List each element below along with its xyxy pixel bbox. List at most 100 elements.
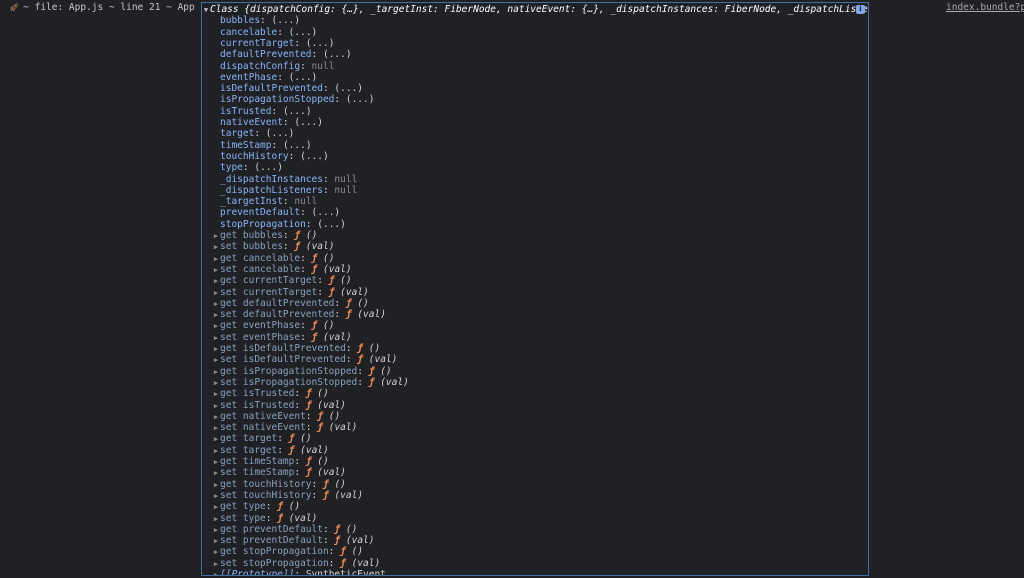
accessor-row[interactable]: ▶ set isPropagationStopped: ƒ (val): [202, 376, 868, 388]
console-log-prefix: 🚀︎ ~ file: App.js ~ line 21 ~ App ~ e: [9, 2, 199, 14]
property-row[interactable]: dispatchConfig: null: [202, 61, 868, 72]
property-value: null: [334, 184, 358, 196]
accessor-key: set bubbles: [220, 241, 283, 253]
accessor-key: set currentTarget: [220, 286, 318, 298]
property-value[interactable]: (...): [266, 128, 295, 139]
property-value[interactable]: (...): [317, 219, 346, 230]
property-value[interactable]: (...): [289, 27, 318, 38]
accessor-row[interactable]: ▶ set type: ƒ (val): [202, 512, 868, 524]
property-key: _dispatchInstances: [220, 173, 323, 185]
property-row[interactable]: _dispatchListeners: null: [202, 184, 868, 196]
rocket-icon: 🚀︎: [9, 3, 20, 12]
property-row[interactable]: target: (...): [202, 128, 868, 139]
accessor-row[interactable]: ▶ set nativeEvent: ƒ (val): [202, 422, 868, 434]
accessor-row[interactable]: ▶ set isDefaultPrevented: ƒ (val): [202, 354, 868, 366]
source-link[interactable]: index.bundle?pl: [946, 2, 1024, 14]
accessor-row[interactable]: ▶ get nativeEvent: ƒ (): [202, 411, 868, 422]
prototype-row[interactable]: ▶ [[Prototype]]: SyntheticEvent: [202, 569, 868, 575]
property-key: defaultPrevented: [220, 49, 312, 61]
property-row[interactable]: bubbles: (...): [202, 15, 868, 26]
accessor-args: (): [323, 320, 335, 332]
function-glyph: ƒ: [311, 263, 318, 275]
property-row[interactable]: currentTarget: (...): [202, 38, 868, 49]
property-key: isTrusted: [220, 105, 272, 117]
accessor-row[interactable]: ▶ set stopPropagation: ƒ (val): [202, 558, 868, 569]
accessor-row[interactable]: ▶ get eventPhase: ƒ (): [202, 320, 868, 332]
property-value[interactable]: (...): [283, 106, 312, 117]
accessor-row[interactable]: ▶ get timeStamp: ƒ (): [202, 456, 868, 467]
accessor-key: get isTrusted: [220, 388, 295, 400]
accessor-row[interactable]: ▶ get target: ƒ (): [202, 433, 868, 444]
accessor-args: (): [357, 297, 369, 309]
accessor-row[interactable]: ▶ set defaultPrevented: ƒ (val): [202, 309, 868, 321]
function-glyph: ƒ: [277, 512, 283, 524]
accessor-args: (val): [368, 354, 398, 366]
accessor-row[interactable]: ▶ get defaultPrevented: ƒ (): [202, 297, 868, 309]
property-key: stopPropagation: [220, 218, 306, 230]
property-row[interactable]: type: (...): [202, 162, 868, 173]
accessor-row[interactable]: ▶ set eventPhase: ƒ (val): [202, 331, 868, 343]
function-glyph: ƒ: [345, 309, 352, 321]
property-row[interactable]: isTrusted: (...): [202, 105, 868, 117]
accessor-row[interactable]: ▶ get touchHistory: ƒ (): [202, 478, 868, 490]
property-value[interactable]: (...): [334, 83, 363, 94]
property-value[interactable]: (...): [306, 38, 335, 49]
property-value[interactable]: (...): [323, 49, 352, 60]
accessor-row[interactable]: ▶ set currentTarget: ƒ (val): [202, 286, 868, 298]
accessor-key: get bubbles: [220, 230, 283, 241]
property-row[interactable]: nativeEvent: (...): [202, 117, 868, 128]
property-row[interactable]: _dispatchInstances: null: [202, 173, 868, 185]
property-value[interactable]: (...): [254, 162, 283, 173]
accessor-key: set preventDefault: [220, 535, 323, 547]
property-row[interactable]: defaultPrevented: (...): [202, 49, 868, 61]
property-value[interactable]: (...): [283, 140, 312, 151]
property-value[interactable]: (...): [289, 72, 318, 83]
property-value[interactable]: (...): [294, 117, 323, 128]
accessor-key: set cancelable: [220, 263, 301, 275]
expand-triangle-icon[interactable]: ▶: [212, 570, 220, 575]
accessor-row[interactable]: ▶ get isPropagationStopped: ƒ (): [202, 365, 868, 377]
function-glyph: ƒ: [368, 365, 375, 377]
accessor-row[interactable]: ▶ set target: ƒ (val): [202, 445, 868, 456]
property-value[interactable]: (...): [346, 94, 375, 105]
accessor-row[interactable]: ▶ set preventDefault: ƒ (val): [202, 535, 868, 547]
property-row[interactable]: eventPhase: (...): [202, 72, 868, 83]
accessor-row[interactable]: ▶ set touchHistory: ƒ (val): [202, 489, 868, 501]
property-row[interactable]: timeStamp: (...): [202, 140, 868, 151]
object-summary-row[interactable]: ▼ Class {dispatchConfig: {…}, _targetInst…: [202, 4, 868, 15]
accessor-row[interactable]: ▶ set bubbles: ƒ (val): [202, 241, 868, 253]
accessor-key: get eventPhase: [220, 320, 301, 332]
accessor-row[interactable]: ▶ get bubbles: ƒ (): [202, 230, 868, 241]
accessor-key: set eventPhase: [220, 331, 301, 343]
property-row[interactable]: isDefaultPrevented: (...): [202, 83, 868, 94]
function-glyph: ƒ: [317, 422, 323, 434]
accessor-row[interactable]: ▶ get cancelable: ƒ (): [202, 253, 868, 264]
function-glyph: ƒ: [322, 489, 329, 501]
accessor-row[interactable]: ▶ get type: ƒ (): [202, 501, 868, 512]
accessor-row[interactable]: ▶ get isDefaultPrevented: ƒ (): [202, 343, 868, 354]
accessor-key: set touchHistory: [220, 489, 312, 501]
accessor-row[interactable]: ▶ set isTrusted: ƒ (val): [202, 400, 868, 411]
accessor-row[interactable]: ▶ set timeStamp: ƒ (val): [202, 467, 868, 478]
function-glyph: ƒ: [340, 546, 346, 558]
property-row[interactable]: isPropagationStopped: (...): [202, 94, 868, 105]
accessor-row[interactable]: ▶ get isTrusted: ƒ (): [202, 388, 868, 400]
property-value[interactable]: (...): [272, 15, 301, 26]
function-glyph: ƒ: [357, 343, 364, 354]
property-row[interactable]: touchHistory: (...): [202, 151, 868, 162]
property-value[interactable]: (...): [312, 207, 341, 218]
property-row[interactable]: _targetInst: null: [202, 196, 868, 208]
accessor-row[interactable]: ▶ get preventDefault: ƒ (): [202, 524, 868, 535]
accessor-row[interactable]: ▶ set cancelable: ƒ (val): [202, 263, 868, 275]
accessor-row[interactable]: ▶ get stopPropagation: ƒ (): [202, 546, 868, 558]
property-row[interactable]: cancelable: (...): [202, 27, 868, 38]
property-value[interactable]: (...): [300, 151, 329, 162]
property-row[interactable]: preventDefault: (...): [202, 207, 868, 218]
accessor-args: (): [380, 365, 392, 377]
property-row[interactable]: stopPropagation: (...): [202, 218, 868, 230]
property-key: _targetInst: [220, 196, 283, 208]
accessor-key: get touchHistory: [220, 478, 312, 490]
accessor-args: (val): [380, 376, 409, 388]
accessor-row[interactable]: ▶ get currentTarget: ƒ (): [202, 275, 868, 286]
info-icon[interactable]: i: [856, 5, 865, 14]
